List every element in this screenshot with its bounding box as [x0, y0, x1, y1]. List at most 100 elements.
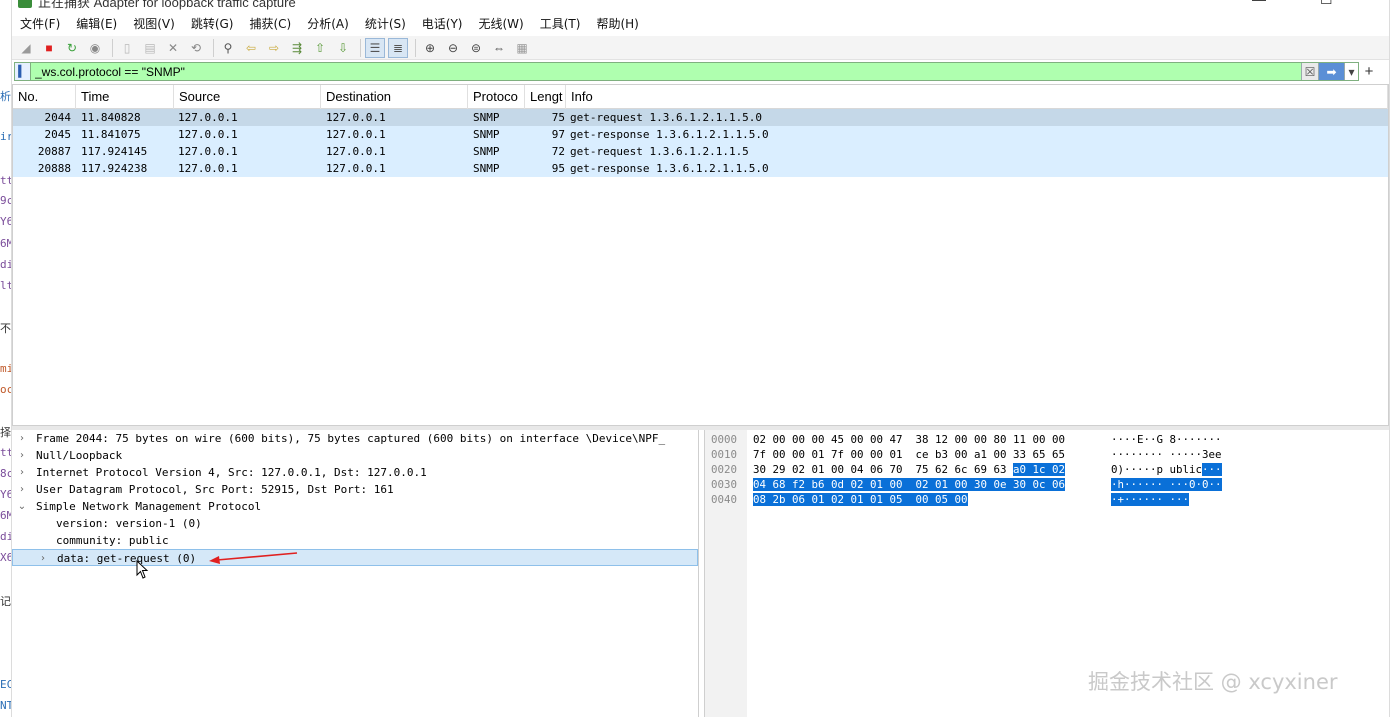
menu-item-5[interactable]: 分析(A): [307, 15, 349, 32]
expand-arrow-icon[interactable]: ›: [16, 430, 28, 447]
background-text-fragment: tt: [0, 174, 12, 187]
detail-tree-row[interactable]: › Frame 2044: 75 bytes on wire (600 bits)…: [12, 430, 698, 447]
menu-bar: 文件(F) 编辑(E) 视图(V) 跳转(G) 捕获(C) 分析(A) 统计(S) 电话(Y)…: [12, 12, 1389, 34]
background-text-fragment: 6M: [0, 237, 12, 250]
hex-bytes: 02 00 00 00 45 00 00 47 38 12 00 00 80 1…: [753, 432, 1065, 447]
detail-tree-row[interactable]: › User Datagram Protocol, Src Port: 52915…: [12, 481, 698, 498]
go-to-packet-icon[interactable]: ⇶: [287, 38, 307, 58]
detail-tree-row[interactable]: › Internet Protocol Version 4, Src: 127.0…: [12, 464, 698, 481]
menu-item-3[interactable]: 跳转(G): [191, 15, 234, 32]
packet-row[interactable]: 2045 11.841075 127.0.0.1 127.0.0.1 SNMP 97 get…: [13, 126, 1388, 143]
column-header-info[interactable]: Info: [566, 85, 1388, 109]
stop-capture-icon[interactable]: ■: [39, 38, 59, 58]
detail-tree-row[interactable]: › Null/Loopback: [12, 447, 698, 464]
minimize-button[interactable]: —: [1252, 0, 1266, 7]
ascii-selected: ·+······ ···: [1111, 493, 1190, 506]
detail-tree-text: community: public: [56, 534, 169, 547]
background-text-fragment: oc: [0, 383, 12, 396]
column-header-destination[interactable]: Destination: [321, 85, 468, 109]
detail-tree-row[interactable]: ⌄ Simple Network Management Protocol: [12, 498, 698, 515]
packet-row[interactable]: 20887 117.924145 127.0.0.1 127.0.0.1 SNMP 72 g…: [13, 143, 1388, 160]
column-header-lengt[interactable]: Lengt: [525, 85, 566, 109]
toolbar-separator: [112, 38, 113, 57]
colorize-icon[interactable]: ≣: [388, 37, 408, 58]
menu-item-1[interactable]: 编辑(E): [76, 15, 117, 32]
background-text-fragment: mi: [0, 362, 12, 375]
hex-bytes-selected: 08 2b 06 01 02 01 01 05 00 05 00: [753, 493, 968, 506]
zoom-out-icon[interactable]: ⊖: [443, 38, 463, 58]
background-text-fragment: di: [0, 530, 12, 543]
hex-bytes: 30 29 02 01 00 04 06 70 75 62 6c 69 63 a…: [753, 462, 1066, 477]
detail-tree-row[interactable]: community: public: [12, 532, 698, 549]
filter-bookmark-icon[interactable]: ▍: [15, 63, 31, 80]
first-packet-icon[interactable]: ⇧: [310, 38, 330, 58]
capture-options-icon[interactable]: ◉: [85, 38, 105, 58]
zoom-in-icon[interactable]: ⊕: [420, 38, 440, 58]
reload-file-icon[interactable]: ⟲: [186, 38, 206, 58]
display-filter-input[interactable]: [31, 63, 1301, 80]
background-text-fragment: di: [0, 258, 12, 271]
hex-offset: 0010: [711, 448, 738, 461]
column-header-protoco[interactable]: Protoco: [468, 85, 525, 109]
clear-filter-icon[interactable]: ☒: [1301, 63, 1318, 80]
collapse-arrow-icon[interactable]: ⌄: [16, 498, 28, 515]
expand-arrow-icon[interactable]: ›: [16, 464, 28, 481]
display-filter-bar: ▍ ☒ ➡ ▾: [14, 62, 1359, 81]
hex-offset: 0000: [711, 433, 738, 446]
detail-tree-row[interactable]: › data: get-request (0): [12, 549, 698, 566]
menu-item-6[interactable]: 统计(S): [365, 15, 406, 32]
column-header-no[interactable]: No.: [13, 85, 76, 109]
packet-length: 72: [551, 145, 565, 158]
menu-item-7[interactable]: 电话(Y): [422, 15, 463, 32]
watermark: 掘金技术社区 @ xcyxiner: [1088, 670, 1338, 694]
background-text-fragment: lt: [0, 279, 12, 292]
background-text-fragment: X6: [0, 551, 12, 564]
packet-number: 20888: [37, 162, 71, 175]
ascii-plain: ········ ·····3ee: [1111, 448, 1222, 461]
packet-length: 97: [551, 128, 565, 141]
background-text-fragment: 择: [0, 426, 11, 439]
expand-arrow-icon[interactable]: ›: [16, 481, 28, 498]
layout-grid-icon[interactable]: ▦: [512, 38, 532, 58]
menu-item-10[interactable]: 帮助(H): [596, 15, 638, 32]
column-header-time[interactable]: Time: [76, 85, 174, 109]
maximize-button[interactable]: ☐: [1320, 0, 1333, 8]
apply-filter-icon[interactable]: ➡: [1318, 63, 1344, 80]
menu-item-8[interactable]: 无线(W): [479, 15, 524, 32]
last-packet-icon[interactable]: ⇩: [333, 38, 353, 58]
menu-item-4[interactable]: 捕获(C): [249, 15, 291, 32]
mouse-cursor-icon: [136, 560, 149, 579]
zoom-normal-icon[interactable]: ⊜: [466, 38, 486, 58]
close-file-icon[interactable]: ✕: [163, 38, 183, 58]
column-header-source[interactable]: Source: [174, 85, 321, 109]
restart-capture-icon[interactable]: ↻: [62, 38, 82, 58]
background-text-fragment: 不设: [0, 322, 11, 335]
packet-proto: SNMP: [473, 128, 500, 141]
background-text-fragment: Y6: [0, 215, 12, 228]
expand-arrow-icon[interactable]: ›: [37, 550, 49, 567]
shark-fin-start-icon[interactable]: ◢: [16, 38, 36, 58]
find-packet-icon[interactable]: ⚲: [218, 38, 238, 58]
add-filter-button[interactable]: +: [1362, 62, 1376, 81]
background-text-fragment: NT: [0, 699, 12, 712]
menu-item-9[interactable]: 工具(T): [540, 15, 581, 32]
background-text-fragment: 记录: [0, 595, 11, 608]
go-forward-icon[interactable]: ⇨: [264, 38, 284, 58]
main-toolbar: ◢ ■ ↻ ◉ ▯ ▤ ✕ ⟲ ⚲ ⇦ ⇨ ⇶ ⇧ ⇩ ☰ ≣ ⊕ ⊖ ⊜ ⇔ ▦: [12, 36, 1389, 60]
detail-tree-row[interactable]: version: version-1 (0): [12, 515, 698, 532]
ascii-selected: ···: [1202, 463, 1222, 476]
menu-item-0[interactable]: 文件(F): [20, 15, 60, 32]
go-back-icon[interactable]: ⇦: [241, 38, 261, 58]
packet-row[interactable]: 2044 11.840828 127.0.0.1 127.0.0.1 SNMP 75 get…: [13, 109, 1388, 126]
filter-dropdown-icon[interactable]: ▾: [1344, 63, 1358, 80]
packet-row[interactable]: 20888 117.924238 127.0.0.1 127.0.0.1 SNMP 95 g…: [13, 160, 1388, 177]
open-file-icon[interactable]: ▯: [117, 38, 137, 58]
expand-arrow-icon[interactable]: ›: [16, 447, 28, 464]
autoscroll-icon[interactable]: ☰: [365, 37, 385, 58]
save-file-icon[interactable]: ▤: [140, 38, 160, 58]
resize-columns-icon[interactable]: ⇔: [489, 38, 509, 58]
background-text-fragment: Y6: [0, 488, 12, 501]
menu-item-2[interactable]: 视图(V): [133, 15, 175, 32]
ascii-bytes: ········ ·····3ee: [1111, 447, 1222, 462]
packet-proto: SNMP: [473, 145, 500, 158]
